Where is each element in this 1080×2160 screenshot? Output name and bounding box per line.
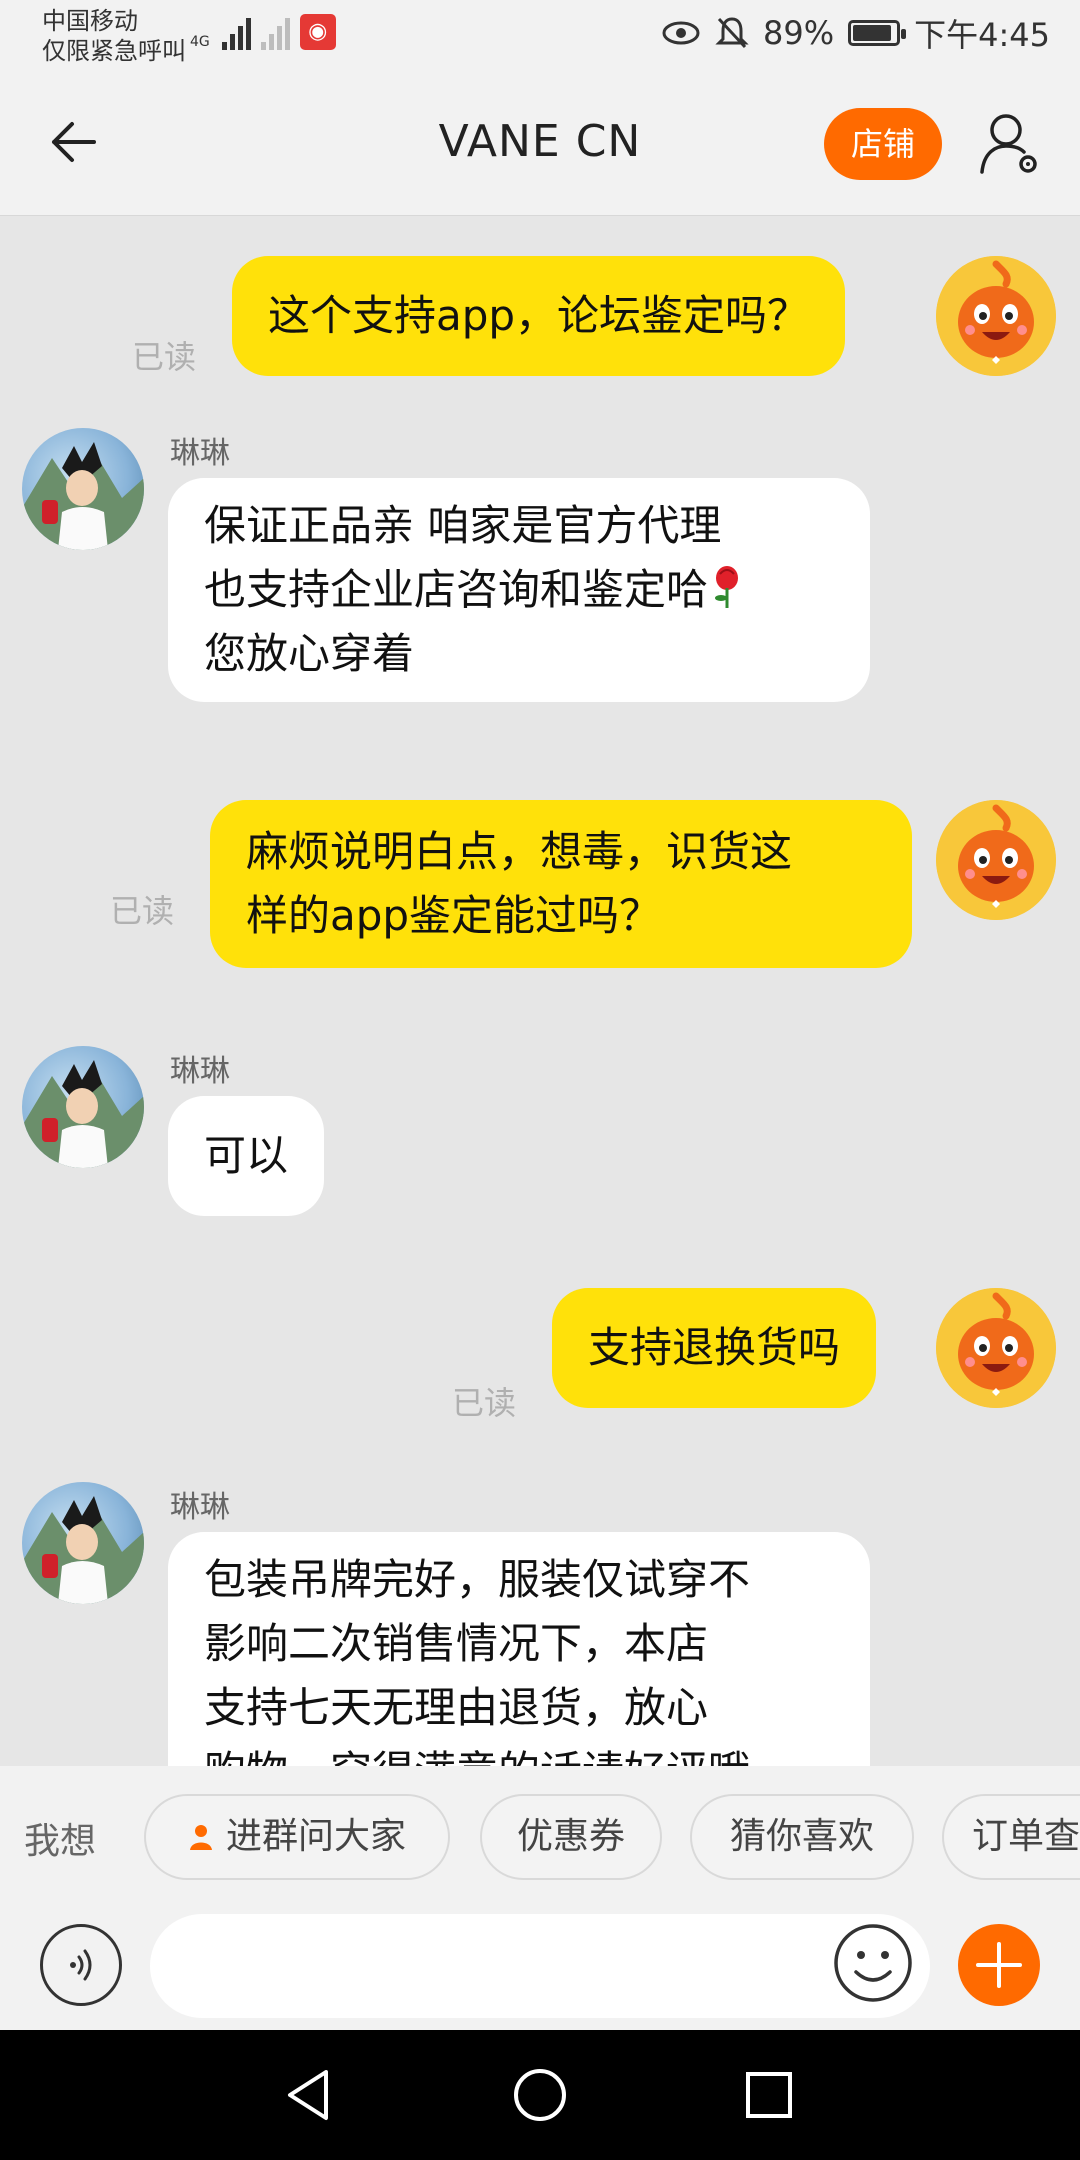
message-line: 样的app鉴定能过吗？ bbox=[246, 891, 662, 940]
status-bar: 中国移动 仅限紧急呼叫 4G ◉ 89% 下午4:45 bbox=[0, 0, 1080, 72]
message-line: 影响二次销售情况下，本店 bbox=[204, 1619, 709, 1668]
message-row-sent: 已读 这个支持app，论坛鉴定吗？ bbox=[0, 236, 1080, 376]
message-line: 保证正品亲 咱家是官方代理 bbox=[204, 501, 722, 550]
message-bubble-sent[interactable]: 这个支持app，论坛鉴定吗？ bbox=[232, 256, 846, 376]
chip-coupon[interactable]: 优惠券 bbox=[480, 1794, 662, 1880]
seller-avatar[interactable] bbox=[22, 1046, 144, 1168]
carrier-info: 中国移动 仅限紧急呼叫 bbox=[42, 6, 186, 66]
voice-icon bbox=[70, 1949, 92, 1981]
nav-recents-icon[interactable] bbox=[734, 2060, 804, 2130]
seller-avatar-image bbox=[22, 442, 144, 550]
emoji-icon[interactable] bbox=[832, 1922, 914, 2004]
message-bubble-sent[interactable]: 麻烦说明白点，想毒，识货这 样的app鉴定能过吗？ bbox=[210, 800, 912, 968]
mascot-avatar-icon bbox=[936, 1288, 1056, 1408]
message-line: 也支持企业店咨询和鉴定哈 bbox=[204, 558, 834, 622]
my-avatar[interactable] bbox=[936, 800, 1056, 920]
signal-strength-icon bbox=[221, 16, 251, 50]
group-icon bbox=[189, 1825, 212, 1850]
mascot-avatar-icon bbox=[936, 800, 1056, 920]
read-status: 已读 bbox=[452, 1384, 517, 1422]
message-input[interactable] bbox=[150, 1914, 930, 2018]
quick-reply-label: 我想 bbox=[24, 1821, 97, 1862]
message-row-sent: 已读 支持退换货吗 bbox=[0, 1288, 1080, 1422]
quick-reply-bar: 我想 进群问大家 优惠券 猜你喜欢 订单查询 bbox=[0, 1766, 1080, 1906]
chat-screen: 中国移动 仅限紧急呼叫 4G ◉ 89% 下午4:45 VANE CN 店铺 已… bbox=[0, 0, 1080, 2160]
message-line: 麻烦说明白点，想毒，识货这 bbox=[246, 827, 793, 876]
message-bubble-received[interactable]: 包装吊牌完好，服装仅试穿不 影响二次销售情况下，本店 支持七天无理由退货，放心 … bbox=[168, 1532, 870, 1766]
network-type-label: 4G bbox=[190, 34, 210, 50]
battery-percent: 89% bbox=[763, 14, 835, 52]
read-status: 已读 bbox=[132, 338, 197, 376]
plus-icon bbox=[976, 1942, 1022, 1988]
message-line: 包装吊牌完好，服装仅试穿不 bbox=[204, 1555, 751, 1604]
chip-guess-you-like[interactable]: 猜你喜欢 bbox=[690, 1794, 914, 1880]
clock: 下午4:45 bbox=[914, 16, 1050, 54]
sender-name: 琳琳 bbox=[170, 1054, 230, 1089]
seller-avatar-image bbox=[22, 1060, 144, 1168]
chip-join-group[interactable]: 进群问大家 bbox=[144, 1794, 450, 1880]
signal-indicators: 4G ◉ bbox=[190, 14, 336, 50]
seller-avatar-image bbox=[22, 1496, 144, 1604]
rose-emoji-icon bbox=[715, 566, 739, 608]
message-bubble-received[interactable]: 可以 bbox=[168, 1096, 325, 1216]
user-settings-icon[interactable] bbox=[976, 108, 1046, 180]
battery-icon bbox=[848, 20, 907, 46]
message-row-received: 琳琳 可以 bbox=[0, 1046, 1080, 1246]
nav-back-icon[interactable] bbox=[274, 2060, 344, 2130]
status-right: 89% 下午4:45 bbox=[661, 10, 1050, 56]
eye-comfort-icon bbox=[662, 21, 700, 45]
nav-home-icon[interactable] bbox=[505, 2060, 575, 2130]
message-line: 支持七天无理由退货，放心 bbox=[204, 1683, 709, 1732]
message-row-sent: 已读 麻烦说明白点，想毒，识货这 样的app鉴定能过吗？ bbox=[0, 800, 1080, 1000]
message-bubble-received[interactable]: 保证正品亲 咱家是官方代理 也支持企业店咨询和鉴定哈 您放心穿着 bbox=[168, 478, 870, 702]
emergency-only-text: 仅限紧急呼叫 bbox=[42, 37, 186, 65]
carrier-name: 中国移动 bbox=[42, 7, 138, 35]
sim2-signal-icon bbox=[260, 16, 290, 50]
system-navigation-bar bbox=[0, 2030, 1080, 2160]
netease-music-icon: ◉ bbox=[299, 14, 336, 50]
message-bubble-sent[interactable]: 支持退换货吗 bbox=[552, 1288, 877, 1408]
seller-avatar[interactable] bbox=[22, 1482, 144, 1604]
input-bar bbox=[0, 1906, 1080, 2030]
read-status: 已读 bbox=[110, 892, 175, 930]
my-avatar[interactable] bbox=[936, 256, 1056, 376]
mascot-avatar-icon bbox=[936, 256, 1056, 376]
message-line: 购物，穿得满意的话请好评哦 bbox=[204, 1740, 834, 1766]
chip-label: 进群问大家 bbox=[225, 1816, 406, 1857]
message-line: 您放心穿着 bbox=[204, 629, 415, 678]
shop-button[interactable]: 店铺 bbox=[824, 108, 942, 180]
voice-button[interactable] bbox=[40, 1924, 122, 2006]
plus-button[interactable] bbox=[958, 1924, 1040, 2006]
chip-order-query[interactable]: 订单查询 bbox=[942, 1794, 1080, 1880]
sender-name: 琳琳 bbox=[170, 1490, 230, 1525]
chat-header: VANE CN 店铺 bbox=[0, 72, 1080, 216]
sender-name: 琳琳 bbox=[170, 436, 230, 471]
message-list[interactable]: 已读 这个支持app，论坛鉴定吗？ 琳琳 保证正品亲 咱家是官方代理 也支持企业… bbox=[0, 216, 1080, 1766]
seller-avatar[interactable] bbox=[22, 428, 144, 550]
message-row-received: 琳琳 包装吊牌完好，服装仅试穿不 影响二次销售情况下，本店 支持七天无理由退货，… bbox=[0, 1482, 1080, 1766]
my-avatar[interactable] bbox=[936, 1288, 1056, 1408]
mute-bell-icon bbox=[715, 17, 749, 49]
